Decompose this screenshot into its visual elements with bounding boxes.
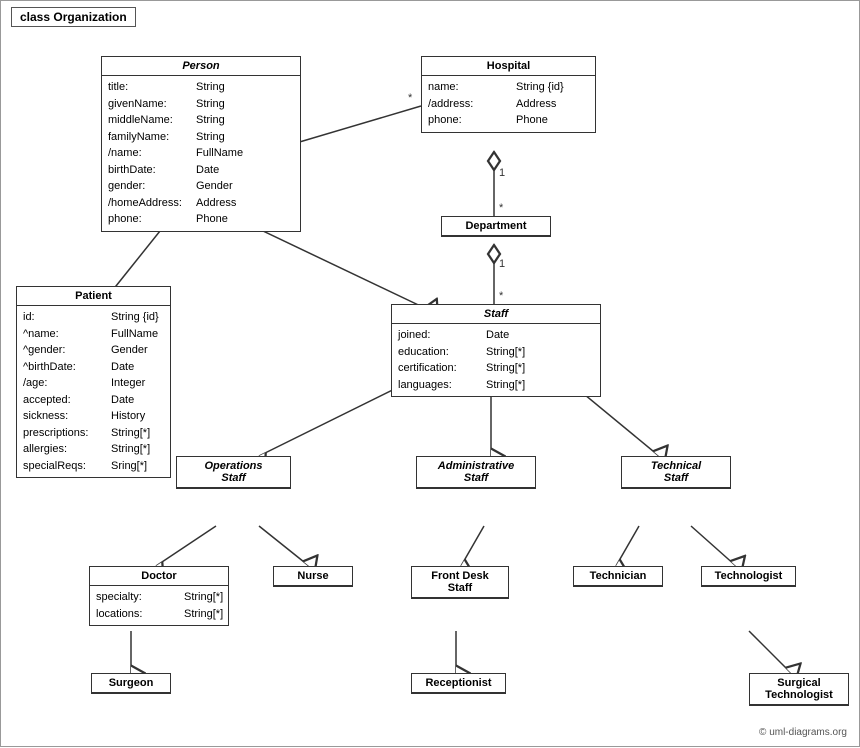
copyright: © uml-diagrams.org <box>759 727 847 738</box>
operations-staff-header: OperationsStaff <box>177 457 290 488</box>
class-staff: Staff joined:Date education:String[*] ce… <box>391 304 601 397</box>
class-surgeon: Surgeon <box>91 673 171 694</box>
hospital-header: Hospital <box>422 57 595 76</box>
patient-body: id:String {id} ^name:FullName ^gender:Ge… <box>17 306 170 477</box>
class-front-desk-staff: Front DeskStaff <box>411 566 509 599</box>
surgeon-header: Surgeon <box>92 674 170 693</box>
svg-text:*: * <box>408 92 413 104</box>
hospital-body: name:String {id} /address:Address phone:… <box>422 76 595 132</box>
svg-text:*: * <box>499 290 504 302</box>
class-operations-staff: OperationsStaff <box>176 456 291 489</box>
diagram-container: class Organization * * 1 * <box>0 0 860 747</box>
technical-staff-header: TechnicalStaff <box>622 457 730 488</box>
class-department: Department <box>441 216 551 237</box>
class-nurse: Nurse <box>273 566 353 587</box>
diagram-title: class Organization <box>11 7 136 27</box>
doctor-header: Doctor <box>90 567 228 586</box>
doctor-body: specialty:String[*] locations:String[*] <box>90 586 228 625</box>
person-header: Person <box>102 57 300 76</box>
administrative-staff-header: AdministrativeStaff <box>417 457 535 488</box>
class-administrative-staff: AdministrativeStaff <box>416 456 536 489</box>
receptionist-header: Receptionist <box>412 674 505 693</box>
class-surgical-technologist: SurgicalTechnologist <box>749 673 849 706</box>
class-patient: Patient id:String {id} ^name:FullName ^g… <box>16 286 171 478</box>
front-desk-staff-header: Front DeskStaff <box>412 567 508 598</box>
svg-text:1: 1 <box>499 167 505 179</box>
class-technologist: Technologist <box>701 566 796 587</box>
class-person: Person title:String givenName:String mid… <box>101 56 301 232</box>
class-receptionist: Receptionist <box>411 673 506 694</box>
svg-text:1: 1 <box>499 258 505 270</box>
surgical-technologist-header: SurgicalTechnologist <box>750 674 848 705</box>
technician-header: Technician <box>574 567 662 586</box>
class-hospital: Hospital name:String {id} /address:Addre… <box>421 56 596 133</box>
class-technician: Technician <box>573 566 663 587</box>
person-body: title:String givenName:String middleName… <box>102 76 300 231</box>
technologist-header: Technologist <box>702 567 795 586</box>
staff-body: joined:Date education:String[*] certific… <box>392 324 600 396</box>
staff-header: Staff <box>392 305 600 324</box>
nurse-header: Nurse <box>274 567 352 586</box>
department-header: Department <box>442 217 550 236</box>
class-doctor: Doctor specialty:String[*] locations:Str… <box>89 566 229 626</box>
class-technical-staff: TechnicalStaff <box>621 456 731 489</box>
svg-text:*: * <box>499 202 504 214</box>
patient-header: Patient <box>17 287 170 306</box>
